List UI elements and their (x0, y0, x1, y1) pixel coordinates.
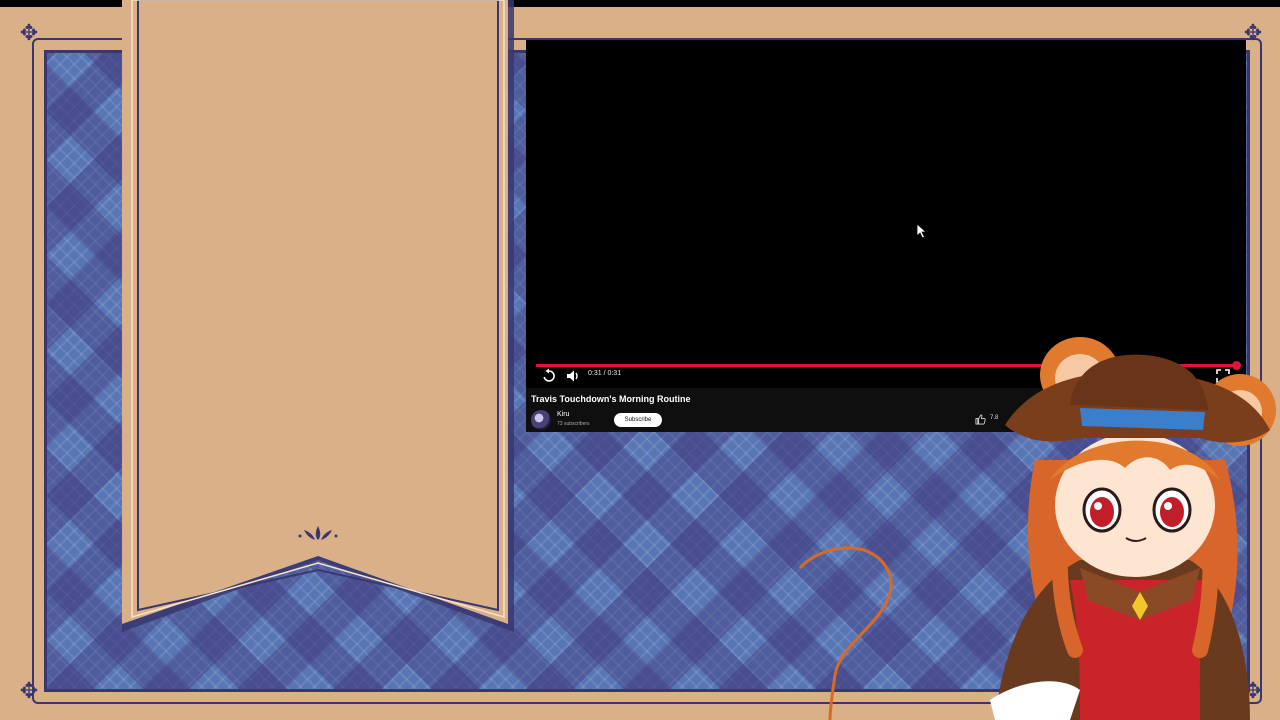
avatar[interactable] (531, 410, 551, 430)
mascot-character (798, 337, 1276, 720)
corner-ornament-icon: ✥ (19, 678, 39, 703)
time-display: 0:31 / 0:31 (588, 370, 622, 377)
video-screen[interactable] (526, 40, 1246, 362)
corner-ornament-icon: ✥ (19, 20, 39, 45)
subscribe-button[interactable]: Subscribe (614, 413, 662, 427)
video-title[interactable]: Travis Touchdown's Morning Routine (531, 394, 690, 404)
channel-name[interactable]: Kiru (557, 411, 569, 418)
mouse-cursor-icon (916, 223, 928, 239)
subscriber-count: 73 subscribers (557, 421, 590, 427)
banner-panel (122, 0, 514, 632)
volume-icon[interactable] (565, 368, 581, 384)
replay-icon[interactable] (541, 368, 557, 384)
